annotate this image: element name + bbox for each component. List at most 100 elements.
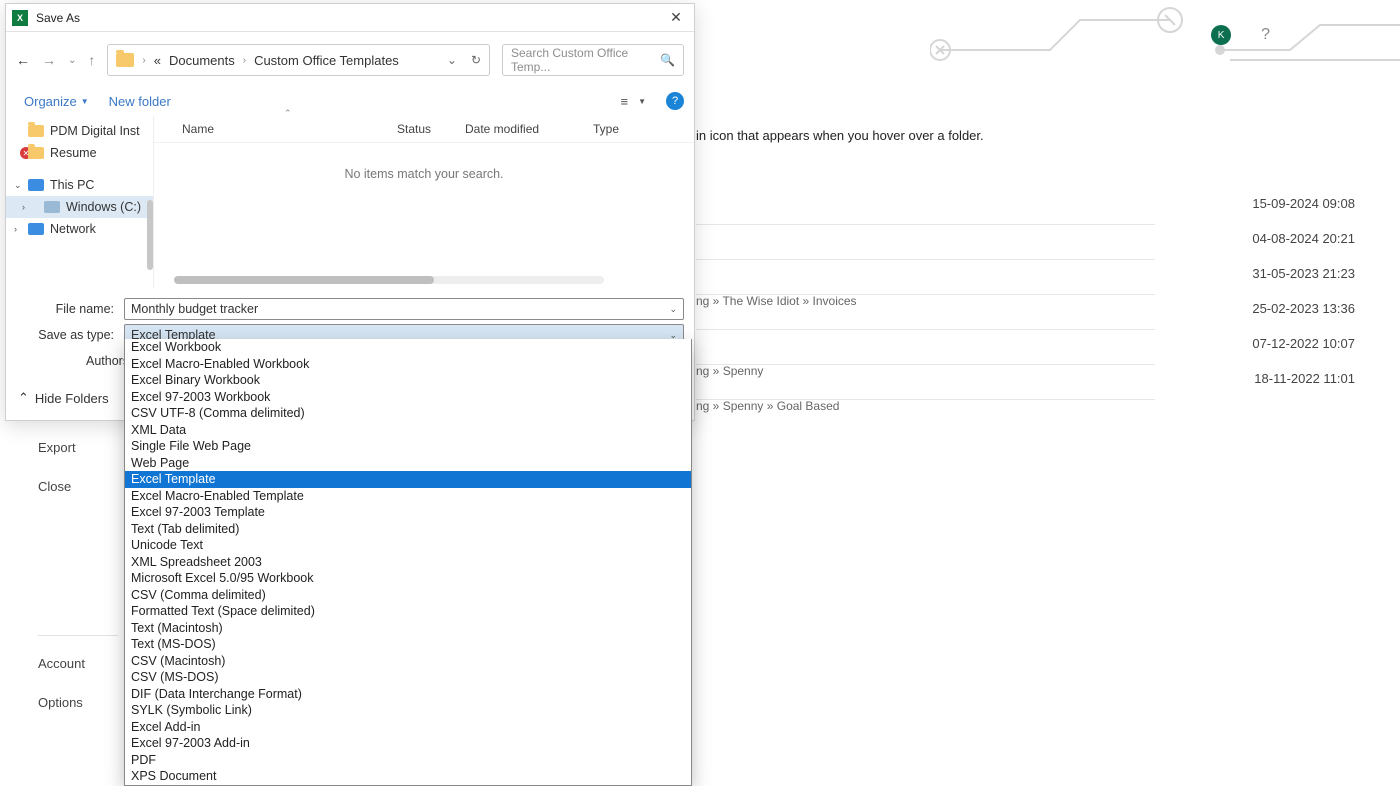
col-status[interactable]: Status: [397, 122, 465, 136]
type-option[interactable]: Web Page: [125, 455, 691, 472]
type-option[interactable]: Excel 97-2003 Template: [125, 504, 691, 521]
excel-app-icon: X: [12, 10, 28, 26]
col-name[interactable]: Name: [182, 122, 397, 136]
type-option[interactable]: Excel Workbook: [125, 339, 691, 356]
chevron-right-icon: ›: [142, 55, 145, 66]
nav-export[interactable]: Export: [38, 440, 76, 455]
type-option[interactable]: Unicode Text: [125, 537, 691, 554]
tree-item-this-pc[interactable]: ⌄This PC: [6, 174, 153, 196]
type-option[interactable]: SYLK (Symbolic Link): [125, 702, 691, 719]
recent-row[interactable]: ng » Spenny07-12-2022 10:07: [696, 330, 1155, 365]
type-option[interactable]: CSV (Comma delimited): [125, 587, 691, 604]
type-option[interactable]: CSV (MS-DOS): [125, 669, 691, 686]
type-option[interactable]: Excel 97-2003 Workbook: [125, 389, 691, 406]
organize-menu[interactable]: Organize▼: [24, 94, 89, 109]
file-name-field[interactable]: Monthly budget tracker ⌄: [124, 298, 684, 320]
search-icon: 🔍: [660, 53, 675, 67]
breadcrumb-root-marker: «: [154, 53, 161, 68]
close-button[interactable]: ✕: [664, 9, 688, 26]
tree-item-pdm[interactable]: PDM Digital Inst: [6, 120, 153, 142]
folder-icon: [28, 147, 44, 159]
recent-row[interactable]: 25-02-2023 13:36: [696, 295, 1155, 330]
type-option[interactable]: Excel Template: [125, 471, 691, 488]
user-avatar[interactable]: K: [1211, 25, 1231, 45]
hide-folders-toggle[interactable]: ⌃Hide Folders: [18, 390, 109, 406]
list-header: Name Status Date modified Type: [154, 116, 694, 143]
type-option[interactable]: XML Data: [125, 422, 691, 439]
row-date: 18-11-2022 11:01: [1254, 371, 1355, 386]
type-option[interactable]: DIF (Data Interchange Format): [125, 686, 691, 703]
file-name-label: File name:: [16, 302, 124, 316]
horizontal-scrollbar[interactable]: [174, 276, 604, 284]
chevron-down-icon[interactable]: ⌄: [669, 304, 677, 315]
sort-chevron-icon[interactable]: ⌃: [284, 108, 292, 119]
pc-icon: [28, 179, 44, 191]
type-option[interactable]: CSV UTF-8 (Comma delimited): [125, 405, 691, 422]
up-button[interactable]: ↑: [88, 52, 95, 68]
nav-account[interactable]: Account: [38, 656, 118, 671]
breadcrumb-documents[interactable]: Documents: [169, 53, 235, 68]
breadcrumb-templates[interactable]: Custom Office Templates: [254, 53, 399, 68]
path-dropdown[interactable]: ⌄: [447, 53, 457, 67]
col-type[interactable]: Type: [593, 122, 653, 136]
search-placeholder: Search Custom Office Temp...: [511, 46, 660, 74]
recent-row[interactable]: 15-09-2024 09:08: [696, 190, 1155, 225]
type-option[interactable]: Excel Macro-Enabled Workbook: [125, 356, 691, 373]
type-option[interactable]: Formatted Text (Space delimited): [125, 603, 691, 620]
type-option[interactable]: XML Spreadsheet 2003: [125, 554, 691, 571]
search-input[interactable]: Search Custom Office Temp... 🔍: [502, 44, 684, 76]
type-option[interactable]: Text (Macintosh): [125, 620, 691, 637]
type-option[interactable]: CSV (Macintosh): [125, 653, 691, 670]
type-option[interactable]: Text (MS-DOS): [125, 636, 691, 653]
breadcrumb-path[interactable]: › « Documents › Custom Office Templates …: [107, 44, 490, 76]
type-option[interactable]: Text (Tab delimited): [125, 521, 691, 538]
refresh-button[interactable]: ↻: [471, 53, 481, 67]
dialog-title: Save As: [36, 11, 80, 25]
type-option[interactable]: Excel Add-in: [125, 719, 691, 736]
type-option[interactable]: PDF: [125, 752, 691, 769]
tree-item-network[interactable]: ›Network: [6, 218, 153, 240]
forward-button[interactable]: →: [42, 52, 56, 68]
row-date: 04-08-2024 20:21: [1252, 231, 1355, 246]
decorative-circuit-lines: [930, 0, 1400, 70]
save-type-label: Save as type:: [16, 328, 124, 342]
drive-icon: [44, 201, 60, 213]
network-icon: [28, 223, 44, 235]
row-date: 07-12-2022 10:07: [1252, 336, 1355, 351]
chevron-right-icon: ›: [22, 202, 25, 212]
help-icon[interactable]: ?: [1261, 26, 1270, 44]
recent-row[interactable]: ng » The Wise Idiot » Invoices31-05-2023…: [696, 260, 1155, 295]
recent-dropdown[interactable]: ⌄: [68, 55, 76, 66]
recent-row[interactable]: ng » Spenny » Goal Based18-11-2022 11:01: [696, 365, 1155, 400]
type-option[interactable]: Excel Binary Workbook: [125, 372, 691, 389]
chevron-right-icon: ›: [243, 55, 246, 66]
tree-scrollbar[interactable]: [147, 200, 153, 270]
view-mode-dropdown[interactable]: ▼: [638, 97, 646, 106]
col-date[interactable]: Date modified: [465, 122, 593, 136]
tree-item-windows-c[interactable]: ›Windows (C:): [6, 196, 153, 218]
row-date: 31-05-2023 21:23: [1252, 266, 1355, 281]
back-button[interactable]: ←: [16, 52, 30, 68]
type-option[interactable]: XPS Document: [125, 768, 691, 785]
type-option[interactable]: Microsoft Excel 5.0/95 Workbook: [125, 570, 691, 587]
dialog-body: PDM Digital Inst ✕Resume ⌄This PC ›Windo…: [6, 116, 694, 288]
nav-options[interactable]: Options: [38, 695, 118, 710]
row-date: 25-02-2023 13:36: [1252, 301, 1355, 316]
tree-item-resume[interactable]: ✕Resume: [6, 142, 153, 164]
save-type-dropdown[interactable]: Excel WorkbookExcel Macro-Enabled Workbo…: [124, 339, 692, 786]
type-option[interactable]: Excel Macro-Enabled Template: [125, 488, 691, 505]
help-icon[interactable]: ?: [666, 92, 684, 110]
new-folder-button[interactable]: New folder: [109, 94, 171, 109]
type-option[interactable]: Single File Web Page: [125, 438, 691, 455]
file-name-value: Monthly budget tracker: [131, 302, 258, 316]
type-option[interactable]: Excel 97-2003 Add-in: [125, 735, 691, 752]
recent-list: 15-09-2024 09:08 04-08-2024 20:21 ng » T…: [696, 190, 1155, 400]
folder-icon: [28, 125, 44, 137]
scrollbar-thumb[interactable]: [174, 276, 434, 284]
recent-row[interactable]: 04-08-2024 20:21: [696, 225, 1155, 260]
nav-close[interactable]: Close: [38, 479, 76, 494]
tree-label: PDM Digital Inst: [50, 124, 140, 138]
nav-arrows: ← → ⌄ ↑: [16, 52, 95, 68]
row-path: ng » Spenny » Goal Based: [696, 399, 839, 413]
view-mode-button[interactable]: ≡: [620, 94, 628, 109]
